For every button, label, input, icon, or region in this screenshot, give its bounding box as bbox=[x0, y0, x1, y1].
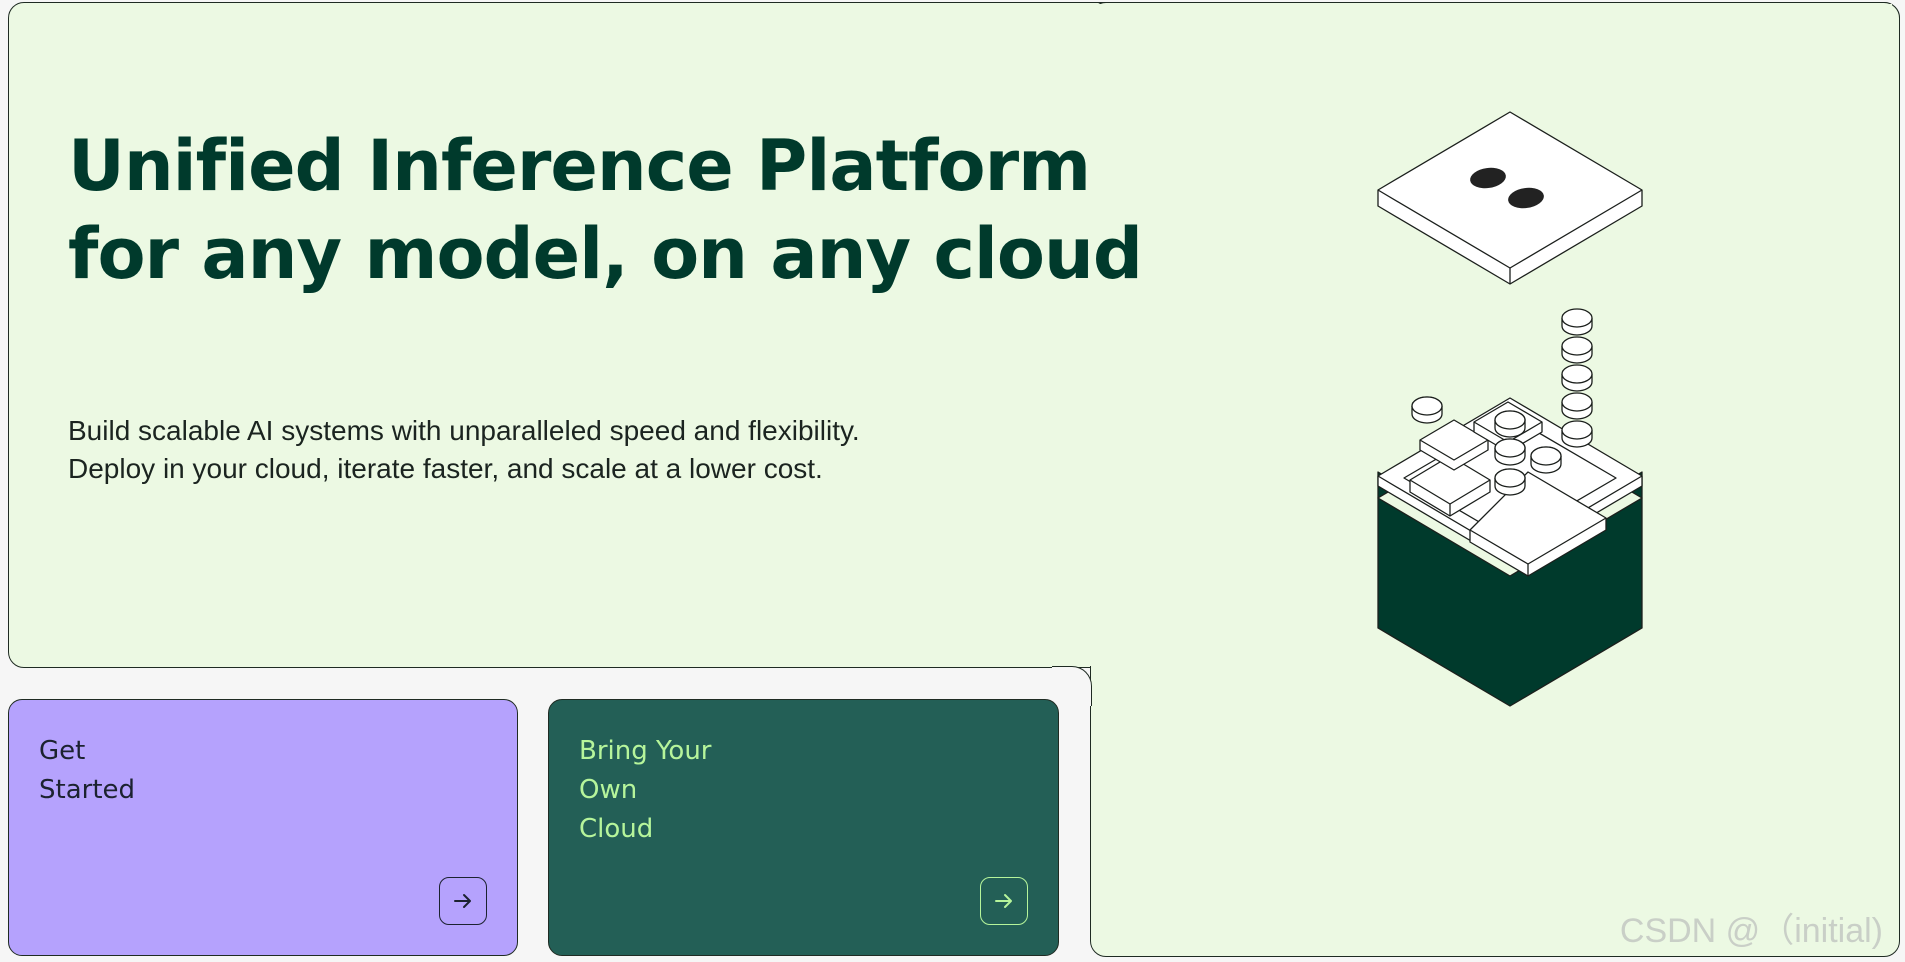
isometric-cloud-server-icon bbox=[1377, 111, 1643, 707]
get-started-label-line-2: Started bbox=[39, 775, 136, 805]
byoc-label-line-3: Cloud bbox=[579, 814, 654, 844]
get-started-label: Get Started bbox=[39, 732, 135, 810]
panel-seam-left bbox=[1040, 4, 1100, 666]
get-started-arrow-button[interactable] bbox=[439, 877, 487, 925]
get-started-label-line-1: Get bbox=[39, 736, 86, 766]
get-started-card[interactable]: Get Started bbox=[8, 699, 518, 956]
hero-headline-line-1: Unified Inference Platform bbox=[68, 125, 1091, 207]
hero-headline-line-2: for any model, on any cloud bbox=[68, 213, 1143, 295]
watermark-text: CSDN @（initial) bbox=[1619, 912, 1883, 950]
hero-subtitle-line-1: Build scalable AI systems with unparalle… bbox=[68, 415, 860, 446]
byoc-label-line-1: Bring Your bbox=[579, 736, 712, 766]
hero-headline: Unified Inference Platform for any model… bbox=[68, 122, 1143, 298]
hero-subtitle-line-2: Deploy in your cloud, iterate faster, an… bbox=[68, 453, 823, 484]
byoc-arrow-button[interactable] bbox=[980, 877, 1028, 925]
hero-subtitle: Build scalable AI systems with unparalle… bbox=[68, 412, 1068, 488]
panel-corner bbox=[1052, 666, 1092, 706]
arrow-right-icon bbox=[454, 894, 471, 908]
byoc-label-line-2: Own bbox=[579, 775, 638, 805]
arrow-right-icon bbox=[995, 894, 1012, 908]
byoc-label: Bring Your Own Cloud bbox=[579, 732, 712, 849]
bring-your-own-cloud-card[interactable]: Bring Your Own Cloud bbox=[548, 699, 1059, 956]
